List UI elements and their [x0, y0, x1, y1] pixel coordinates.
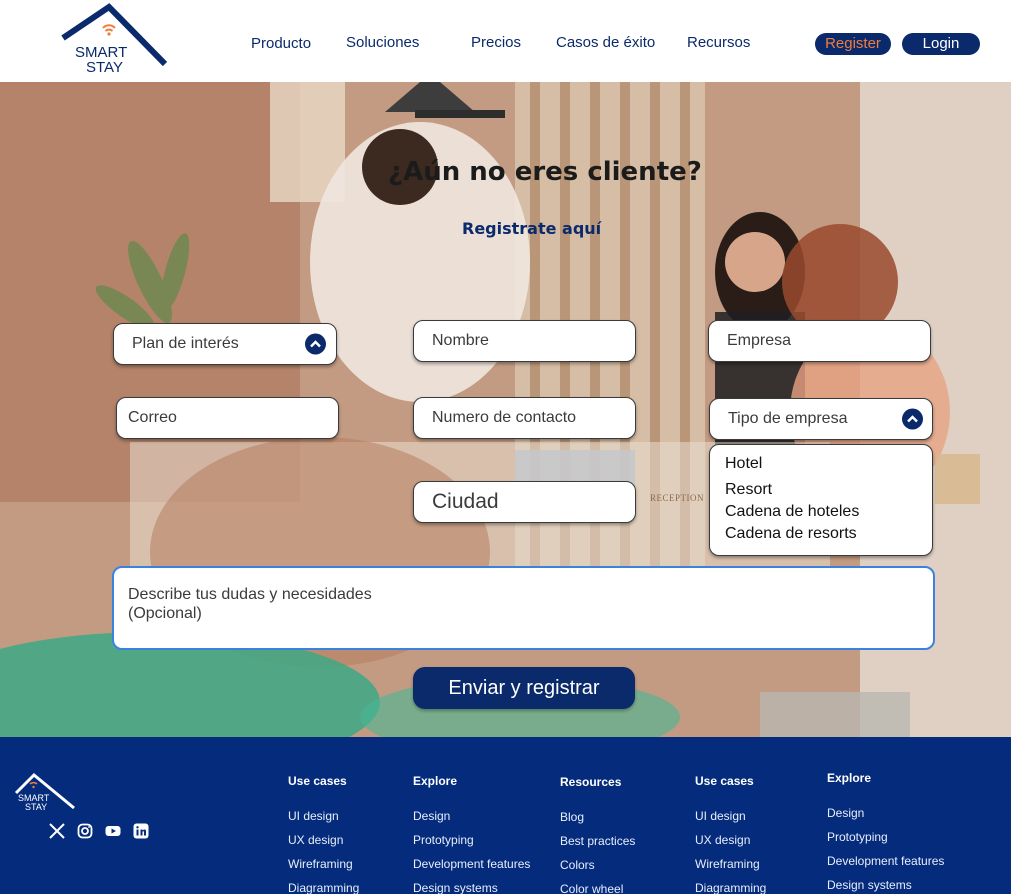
footer-link[interactable]: UI design — [695, 809, 746, 823]
option-resort[interactable]: Resort — [725, 481, 772, 499]
hero-subtitle: Registrate aquí — [462, 219, 602, 238]
empresa-placeholder: Empresa — [727, 332, 792, 349]
footer-col3-title: Resources — [560, 775, 622, 789]
linkedin-icon[interactable] — [133, 823, 149, 839]
footer-link[interactable]: Design systems — [413, 881, 498, 895]
dudas-placeholder-line1: Describe tus dudas y necesidades — [128, 586, 372, 603]
contacto-placeholder: Numero de contacto — [432, 409, 577, 426]
option-cadena-resorts[interactable]: Cadena de resorts — [725, 525, 857, 543]
footer-link[interactable]: Design — [827, 806, 864, 820]
instagram-icon[interactable] — [77, 823, 93, 839]
nav-producto[interactable]: Producto — [251, 35, 311, 52]
nombre-placeholder: Nombre — [432, 332, 489, 349]
footer-link[interactable]: Design — [413, 809, 450, 823]
footer-link[interactable]: Wireframing — [288, 857, 353, 871]
footer-col1-title: Use cases — [288, 774, 347, 788]
tipo-empresa-select[interactable]: Tipo de empresa — [709, 398, 933, 440]
dudas-placeholder-line2: (Opcional) — [128, 605, 202, 622]
register-button[interactable]: Register — [815, 33, 891, 55]
submit-button-label: Enviar y registrar — [448, 677, 600, 699]
submit-button[interactable]: Enviar y registrar — [413, 667, 635, 709]
footer-link[interactable]: Development features — [827, 854, 944, 868]
x-icon[interactable] — [49, 823, 65, 839]
dudas-textarea[interactable]: Describe tus dudas y necesidades (Opcion… — [112, 566, 935, 650]
correo-input[interactable]: Correo — [116, 397, 339, 439]
nav-precios[interactable]: Precios — [471, 34, 521, 51]
footer-link[interactable]: Colors — [560, 858, 595, 872]
footer-link[interactable]: UX design — [695, 833, 750, 847]
contacto-input[interactable]: Numero de contacto — [413, 397, 636, 439]
brand-line2: STAY — [86, 59, 123, 76]
plan-select[interactable]: Plan de interés — [113, 323, 337, 365]
footer-link[interactable]: Best practices — [560, 834, 635, 848]
tipo-empresa-label: Tipo de empresa — [728, 410, 848, 427]
empresa-input[interactable]: Empresa — [708, 320, 931, 362]
chevron-up-icon[interactable] — [305, 333, 326, 355]
footer-col2-title: Explore — [413, 774, 458, 788]
footer-link[interactable]: Prototyping — [413, 833, 474, 847]
footer-link[interactable]: Design systems — [827, 878, 912, 892]
footer-link[interactable]: UI design — [288, 809, 339, 823]
option-hotel[interactable]: Hotel — [725, 455, 762, 473]
footer-brand-line2: STAY — [25, 802, 48, 812]
footer-link[interactable]: Wireframing — [695, 857, 760, 871]
youtube-icon[interactable] — [105, 823, 121, 839]
top-navbar: SMART STAY Producto Soluciones Precios C… — [0, 0, 1011, 82]
footer-link[interactable]: UX design — [288, 833, 343, 847]
footer-link[interactable]: Diagramming — [288, 881, 359, 895]
login-button[interactable]: Login — [902, 33, 980, 55]
nav-soluciones[interactable]: Soluciones — [346, 34, 419, 51]
nav-recursos[interactable]: Recursos — [687, 34, 750, 51]
hero-title: ¿Aún no eres cliente? — [388, 157, 702, 187]
footer-col4-title: Use cases — [695, 774, 754, 788]
chevron-up-icon[interactable] — [902, 408, 923, 430]
option-cadena-hoteles[interactable]: Cadena de hoteles — [725, 503, 859, 521]
footer-link[interactable]: Blog — [560, 810, 584, 824]
ciudad-input[interactable]: Ciudad — [413, 481, 636, 523]
footer-link[interactable]: Prototyping — [827, 830, 888, 844]
hero-section: RECEPTION ¿Aún no eres cliente? Registra… — [0, 82, 1011, 737]
footer-link[interactable]: Diagramming — [695, 881, 766, 895]
brand-logo[interactable]: SMART STAY — [53, 0, 171, 82]
tipo-empresa-dropdown: Hotel Resort Cadena de hoteles Cadena de… — [709, 444, 933, 556]
nombre-input[interactable]: Nombre — [413, 320, 636, 362]
reception-sign: RECEPTION — [650, 493, 704, 503]
footer: SMART STAY Use cases UI design UX design… — [0, 737, 1011, 896]
nav-casos-exito[interactable]: Casos de éxito — [556, 34, 655, 51]
footer-link[interactable]: Development features — [413, 857, 530, 871]
footer-logo[interactable]: SMART STAY — [12, 771, 82, 819]
plan-select-label: Plan de interés — [132, 335, 239, 352]
footer-col5-title: Explore — [827, 771, 872, 785]
ciudad-placeholder: Ciudad — [432, 490, 499, 513]
correo-placeholder: Correo — [128, 409, 177, 426]
